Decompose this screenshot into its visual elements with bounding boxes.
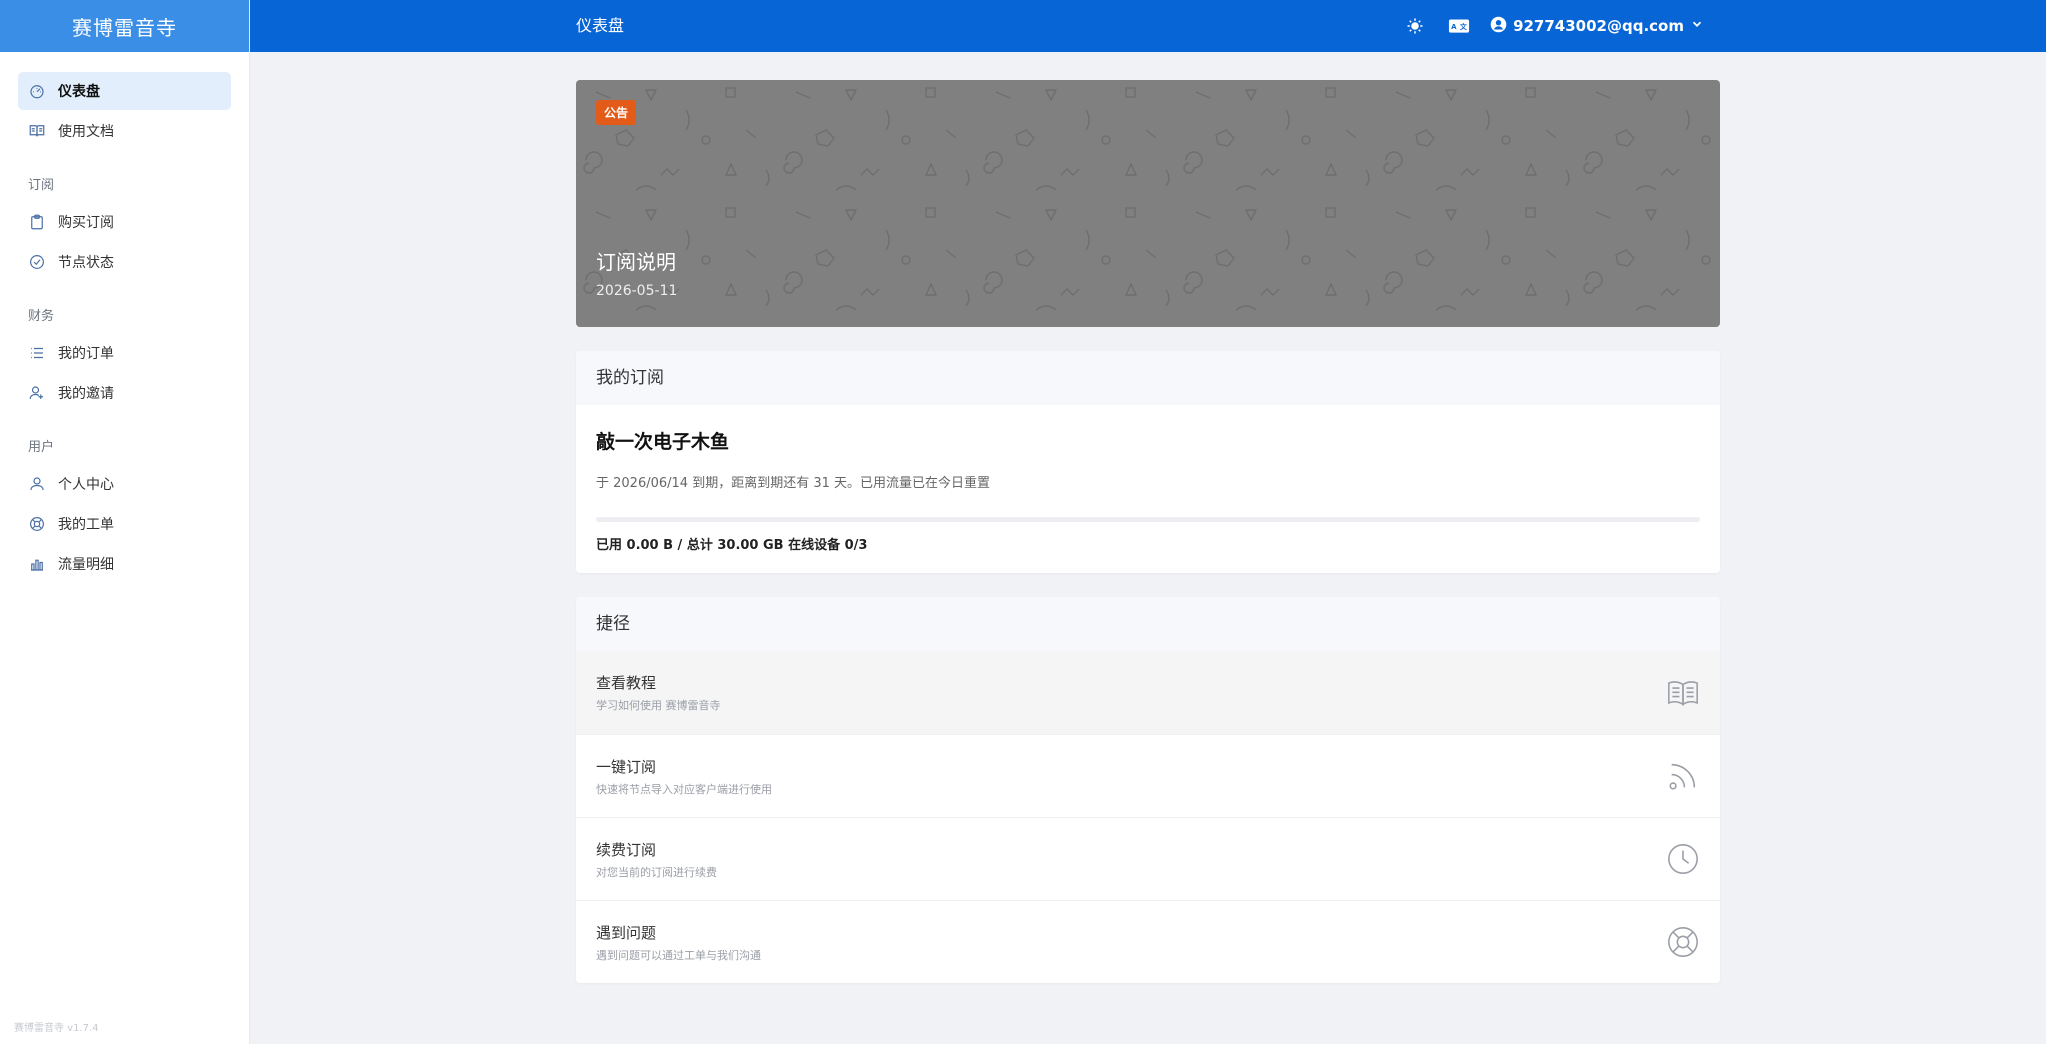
sidebar-item-label: 我的工单 bbox=[58, 517, 114, 533]
list-icon bbox=[28, 344, 46, 362]
nav-group-user: 用户 bbox=[28, 440, 55, 455]
user-icon bbox=[28, 475, 46, 493]
shortcuts-heading: 捷径 bbox=[576, 597, 1720, 651]
shortcuts-card: 捷径 查看教程 学习如何使用 赛博雷音寺 一键订阅 快速将节点导入对应客户端进行… bbox=[576, 597, 1720, 983]
sidebar-item-my-orders[interactable]: 我的订单 bbox=[18, 334, 231, 372]
sidebar-item-label: 仪表盘 bbox=[58, 84, 100, 100]
banner-pattern bbox=[576, 80, 1720, 327]
sidebar-item-label: 购买订阅 bbox=[58, 215, 114, 231]
shortcut-title: 查看教程 bbox=[596, 674, 657, 692]
announcement-date: 2026-05-11 bbox=[596, 283, 678, 299]
sidebar-item-buy-subscription[interactable]: 购买订阅 bbox=[18, 203, 231, 241]
shortcut-renew-subscription[interactable]: 续费订阅 对您当前的订阅进行续费 bbox=[576, 817, 1720, 900]
shortcut-title: 续费订阅 bbox=[596, 840, 657, 859]
sidebar-item-label: 节点状态 bbox=[58, 255, 114, 271]
shortcut-desc: 对您当前的订阅进行续费 bbox=[596, 865, 717, 879]
shortcut-view-tutorial[interactable]: 查看教程 学习如何使用 赛博雷音寺 bbox=[576, 651, 1720, 734]
nav-group-subscription: 订阅 bbox=[28, 178, 55, 193]
sidebar-item-profile[interactable]: 个人中心 bbox=[18, 465, 231, 503]
shortcut-one-click-subscribe[interactable]: 一键订阅 快速将节点导入对应客户端进行使用 bbox=[576, 734, 1720, 817]
plan-description: 于 2026/06/14 到期，距离到期还有 31 天。已用流量已在今日重置 bbox=[596, 476, 990, 491]
dashboard-icon bbox=[28, 82, 46, 100]
bar-chart-icon bbox=[28, 555, 46, 573]
rss-icon bbox=[1669, 763, 1696, 790]
book-icon bbox=[28, 122, 46, 140]
page-title: 仪表盘 bbox=[576, 16, 625, 35]
shortcut-desc: 快速将节点导入对应客户端进行使用 bbox=[596, 782, 772, 796]
users-icon bbox=[28, 384, 46, 402]
shortcuts-list: 查看教程 学习如何使用 赛博雷音寺 一键订阅 快速将节点导入对应客户端进行使用 … bbox=[576, 651, 1720, 983]
top-header: 仪表盘 A文 927743002@qq.com bbox=[250, 0, 2046, 52]
subscription-heading: 我的订阅 bbox=[576, 351, 1720, 405]
sidebar-item-label: 个人中心 bbox=[58, 477, 114, 493]
usage-text: 已用 0.00 B / 总计 30.00 GB 在线设备 0/3 bbox=[596, 538, 868, 553]
sidebar-item-node-status[interactable]: 节点状态 bbox=[18, 243, 231, 281]
check-circle-icon bbox=[28, 253, 46, 271]
lifebuoy-icon bbox=[1668, 927, 1698, 957]
sidebar-item-traffic-details[interactable]: 流量明细 bbox=[18, 545, 231, 583]
main-content: 公告 订阅说明 2026-05-11 我的订阅 敲一次电子木鱼 于 2026/0… bbox=[576, 80, 1720, 983]
svg-text:A: A bbox=[1451, 23, 1457, 31]
sidebar: 赛博雷音寺 仪表盘 使用文档 订阅 购买订阅 节点状态 财务 我的订单 我的邀请… bbox=[0, 0, 250, 1044]
announcement-badge: 公告 bbox=[596, 100, 637, 125]
sidebar-item-label: 流量明细 bbox=[58, 557, 114, 573]
theme-icon[interactable] bbox=[1402, 13, 1428, 39]
traffic-progress-bar bbox=[596, 517, 1700, 522]
sidebar-nav: 仪表盘 使用文档 订阅 购买订阅 节点状态 财务 我的订单 我的邀请 用户 个人… bbox=[0, 52, 249, 583]
header-actions: A文 927743002@qq.com bbox=[1402, 0, 1704, 52]
clock-icon bbox=[1668, 844, 1698, 874]
account-icon bbox=[1490, 16, 1507, 37]
sidebar-item-dashboard[interactable]: 仪表盘 bbox=[18, 72, 231, 110]
version-text: 赛博雷音寺 v1.7.4 bbox=[14, 1023, 99, 1034]
svg-text:文: 文 bbox=[1460, 22, 1468, 31]
book-icon bbox=[1668, 680, 1698, 706]
announcement-banner[interactable]: 公告 订阅说明 2026-05-11 bbox=[576, 80, 1720, 327]
sidebar-item-my-invites[interactable]: 我的邀请 bbox=[18, 374, 231, 412]
user-email: 927743002@qq.com bbox=[1513, 17, 1684, 35]
chevron-down-icon bbox=[1690, 17, 1704, 35]
shortcut-title: 一键订阅 bbox=[596, 757, 657, 776]
shortcut-title: 遇到问题 bbox=[596, 923, 657, 942]
sidebar-item-label: 使用文档 bbox=[58, 124, 114, 140]
subscription-body: 敲一次电子木鱼 于 2026/06/14 到期，距离到期还有 31 天。已用流量… bbox=[576, 405, 1720, 573]
shortcut-desc: 遇到问题可以通过工单与我们沟通 bbox=[596, 948, 761, 962]
nav-group-finance: 财务 bbox=[28, 309, 55, 324]
sidebar-item-label: 我的订单 bbox=[58, 346, 114, 362]
shortcut-get-help[interactable]: 遇到问题 遇到问题可以通过工单与我们沟通 bbox=[576, 900, 1720, 983]
plan-name: 敲一次电子木鱼 bbox=[596, 431, 730, 453]
lifebuoy-icon bbox=[28, 515, 46, 533]
shortcut-desc: 学习如何使用 赛博雷音寺 bbox=[596, 699, 721, 712]
user-menu[interactable]: 927743002@qq.com bbox=[1490, 16, 1704, 37]
brand-logo[interactable]: 赛博雷音寺 bbox=[0, 0, 249, 52]
sidebar-item-label: 我的邀请 bbox=[58, 386, 114, 402]
announcement-title: 订阅说明 bbox=[596, 250, 676, 274]
sidebar-item-docs[interactable]: 使用文档 bbox=[18, 112, 231, 150]
clipboard-icon bbox=[28, 213, 46, 231]
sidebar-item-tickets[interactable]: 我的工单 bbox=[18, 505, 231, 543]
language-icon[interactable]: A文 bbox=[1446, 13, 1472, 39]
subscription-card: 我的订阅 敲一次电子木鱼 于 2026/06/14 到期，距离到期还有 31 天… bbox=[576, 351, 1720, 573]
